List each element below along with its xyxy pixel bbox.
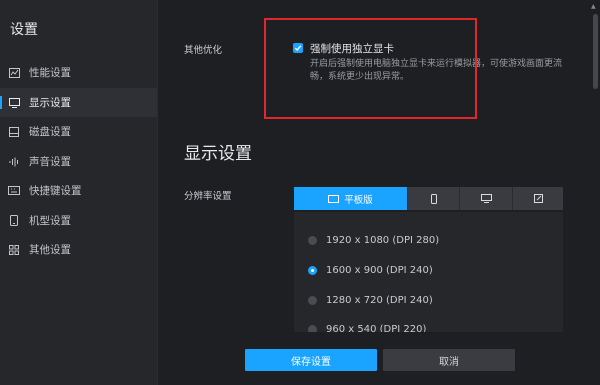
highlight-box [264,18,477,119]
sidebar-item-hotkeys[interactable]: 快捷键设置 [0,176,157,205]
radio-button[interactable] [308,236,317,245]
sidebar-item-label: 声音设置 [29,156,71,168]
cancel-button[interactable]: 取消 [383,349,515,371]
sidebar-item-label: 显示设置 [29,97,71,109]
radio-button[interactable] [308,325,317,332]
phone-icon [430,193,437,204]
sidebar-item-disk[interactable]: 磁盘设置 [0,117,157,146]
resolution-option-label: 1920 x 1080 (DPI 280) [326,235,440,246]
sidebar-title: 设置 [10,22,38,38]
resolution-option-1920[interactable]: 1920 x 1080 (DPI 280) [308,235,439,246]
sidebar-item-sound[interactable]: 声音设置 [0,147,157,176]
sidebar-divider [157,0,158,385]
resolution-option-1280[interactable]: 1280 x 720 (DPI 240) [308,295,433,306]
scroll-up-icon[interactable]: ▲ [591,3,596,10]
resolution-option-label: 960 x 540 (DPI 220) [326,324,427,332]
tablet-icon [328,194,340,203]
keyboard-icon [8,185,20,197]
monitor-icon [8,97,20,109]
grid-icon [8,244,20,256]
monitor-icon [480,194,492,203]
resolution-option-label: 1600 x 900 (DPI 240) [326,265,433,276]
radio-button[interactable] [308,296,317,305]
sidebar-item-display[interactable]: 显示设置 [0,88,157,117]
other-optimization-label: 其他优化 [184,45,223,56]
resolution-option-960[interactable]: 960 x 540 (DPI 220) [308,324,426,332]
section-title-display: 显示设置 [184,144,252,164]
resolution-list: 1920 x 1080 (DPI 280) 1600 x 900 (DPI 24… [294,212,563,332]
phone-icon [8,215,20,227]
resolution-option-label: 1280 x 720 (DPI 240) [326,295,433,306]
disk-icon [8,126,20,138]
sidebar-item-other[interactable]: 其他设置 [0,235,157,264]
sidebar-item-label: 机型设置 [29,215,71,227]
tab-label: 平板版 [344,194,373,206]
tab-tablet[interactable]: 平板版 [294,187,407,210]
sidebar-item-performance[interactable]: 性能设置 [0,58,157,87]
tab-custom[interactable] [513,187,563,210]
sound-icon [8,156,20,168]
sidebar-item-label: 其他设置 [29,244,71,256]
sidebar-item-label: 磁盘设置 [29,126,71,138]
resolution-label: 分辨率设置 [184,191,232,202]
sidebar-item-label: 快捷键设置 [29,185,82,197]
scrollbar-thumb[interactable] [593,14,598,89]
save-button[interactable]: 保存设置 [245,349,377,371]
resolution-option-1600[interactable]: 1600 x 900 (DPI 240) [308,265,433,276]
performance-icon [8,67,20,79]
radio-button-selected[interactable] [308,266,317,275]
sidebar: 设置 性能设置 显示设置 磁盘设置 声音设置 快捷键设置 机型设置 其他设置 [0,0,157,385]
sidebar-item-device[interactable]: 机型设置 [0,206,157,235]
sidebar-item-label: 性能设置 [29,67,71,79]
active-indicator [0,96,2,109]
custom-edit-icon [533,194,543,203]
tab-phone[interactable] [408,187,459,210]
tab-desktop[interactable] [460,187,512,210]
